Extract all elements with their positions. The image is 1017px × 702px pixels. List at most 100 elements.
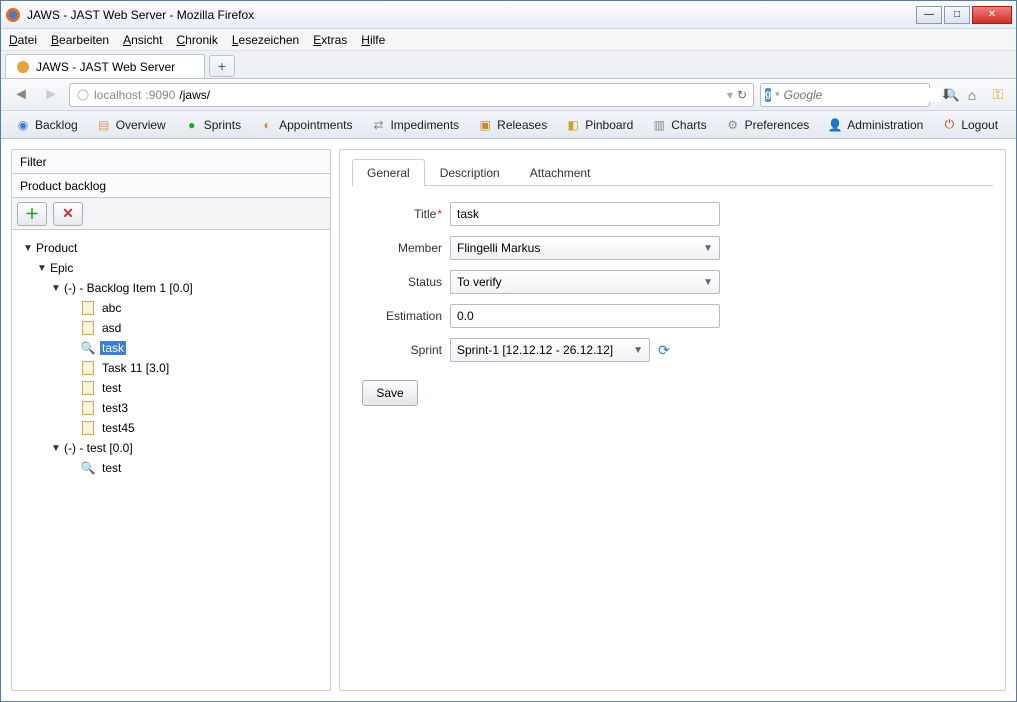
expand-arrow[interactable]: ▼ xyxy=(50,443,62,454)
backlog-header: Product backlog xyxy=(12,174,330,198)
window-title: JAWS - JAST Web Server - Mozilla Firefox xyxy=(27,8,916,22)
chart-icon: ▥ xyxy=(651,117,667,133)
tool-sprints[interactable]: ●Sprints xyxy=(176,114,249,136)
tool-impediments[interactable]: ⇄Impediments xyxy=(362,114,467,136)
menu-hilfe[interactable]: Hilfe xyxy=(361,33,385,47)
right-pane: GeneralDescriptionAttachment Title* Memb… xyxy=(339,149,1006,691)
tool-appointments[interactable]: ◐Appointments xyxy=(251,114,360,136)
document-icon xyxy=(80,401,96,415)
tree-node[interactable]: asd xyxy=(16,318,326,338)
tab-attachment[interactable]: Attachment xyxy=(515,159,606,186)
logout-icon: ⏻ xyxy=(941,117,957,133)
estimation-input[interactable] xyxy=(450,304,720,328)
document-icon xyxy=(80,361,96,375)
tree-label: (-) - test [0.0] xyxy=(62,441,135,455)
tree-node[interactable]: ▼(-) - Backlog Item 1 [0.0] xyxy=(16,278,326,298)
tab-description[interactable]: Description xyxy=(425,159,515,186)
tree-node[interactable]: ▼Product xyxy=(16,238,326,258)
run-icon: ● xyxy=(184,117,200,133)
minimize-button[interactable]: — xyxy=(916,6,942,24)
back-button[interactable]: ◄ xyxy=(9,83,33,107)
member-select[interactable]: Flingelli Markus▼ xyxy=(450,236,720,260)
tab-label: JAWS - JAST Web Server xyxy=(36,60,175,74)
menu-lesezeichen[interactable]: Lesezeichen xyxy=(232,33,299,47)
tool-releases[interactable]: ▣Releases xyxy=(469,114,555,136)
tool-administration[interactable]: 👤Administration xyxy=(819,114,931,136)
menu-datei[interactable]: Datei xyxy=(9,33,37,47)
search-bar[interactable]: g ▾ 🔍 xyxy=(760,83,930,107)
tree-label: test3 xyxy=(100,401,130,415)
expand-arrow[interactable]: ▼ xyxy=(22,243,34,254)
menu-bearbeiten[interactable]: Bearbeiten xyxy=(51,33,109,47)
filter-row[interactable]: Filter xyxy=(12,150,330,174)
tool-backlog[interactable]: ◉Backlog xyxy=(7,114,86,136)
user-icon: 👤 xyxy=(827,117,843,133)
tree-node[interactable]: 🔍 test xyxy=(16,458,326,478)
download-icon[interactable]: ⬇ xyxy=(936,85,956,105)
form: Title* Member Flingelli Markus▼ Status T… xyxy=(352,186,993,422)
menubar: Datei Bearbeiten Ansicht Chronik Lesezei… xyxy=(1,29,1016,51)
gear-icon: ⚙ xyxy=(725,117,741,133)
tree-label: abc xyxy=(100,301,123,315)
search-input[interactable] xyxy=(784,88,941,102)
browser-tab[interactable]: JAWS - JAST Web Server xyxy=(5,54,205,78)
tool-preferences[interactable]: ⚙Preferences xyxy=(717,114,818,136)
status-select[interactable]: To verify▼ xyxy=(450,270,720,294)
reload-icon[interactable]: ↻ xyxy=(737,88,747,102)
tree-node[interactable]: 🔍task xyxy=(16,338,326,358)
app-window: JAWS - JAST Web Server - Mozilla Firefox… xyxy=(0,0,1017,702)
tree-node[interactable]: abc xyxy=(16,298,326,318)
home-icon[interactable]: ⌂ xyxy=(962,85,982,105)
tree-label: test45 xyxy=(100,421,137,435)
tree-node[interactable]: test45 xyxy=(16,418,326,438)
tool-pinboard[interactable]: ◧Pinboard xyxy=(557,114,641,136)
key-icon[interactable]: ⚿ xyxy=(988,85,1008,105)
tree-node[interactable]: ▼(-) - test [0.0] xyxy=(16,438,326,458)
tabbar: JAWS - JAST Web Server + xyxy=(1,51,1016,79)
add-button[interactable]: ＋ xyxy=(17,202,47,226)
tree-node[interactable]: ▼Epic xyxy=(16,258,326,278)
magnifier-icon: 🔍 xyxy=(80,461,96,475)
url-bar[interactable]: localhost:9090/jaws/ ▾ ↻ xyxy=(69,83,754,107)
menu-ansicht[interactable]: Ansicht xyxy=(123,33,162,47)
estimation-label: Estimation xyxy=(360,309,442,323)
tree-label: asd xyxy=(100,321,123,335)
app-toolbar: ◉Backlog▤Overview●Sprints◐Appointments⇄I… xyxy=(1,111,1016,139)
content: Filter Product backlog ＋ ✕ ▼Product▼Epic… xyxy=(1,139,1016,701)
maximize-button[interactable]: □ xyxy=(944,6,970,24)
refresh-icon[interactable]: ⟳ xyxy=(658,342,670,359)
tool-overview[interactable]: ▤Overview xyxy=(88,114,174,136)
document-icon xyxy=(80,421,96,435)
expand-arrow[interactable]: ▼ xyxy=(36,263,48,274)
tree-label: Task 11 [3.0] xyxy=(100,361,171,375)
close-button[interactable]: ✕ xyxy=(972,6,1012,24)
tool-logout[interactable]: ⏻Logout xyxy=(933,114,1006,136)
imp-icon: ⇄ xyxy=(370,117,386,133)
menu-extras[interactable]: Extras xyxy=(313,33,347,47)
delete-button[interactable]: ✕ xyxy=(53,202,83,226)
firefox-icon xyxy=(5,7,21,23)
tree-node[interactable]: test3 xyxy=(16,398,326,418)
tree-label: test xyxy=(100,461,123,475)
expand-arrow[interactable]: ▼ xyxy=(50,283,62,294)
member-label: Member xyxy=(360,241,442,255)
google-icon: g xyxy=(765,88,771,102)
cal-icon: ◐ xyxy=(259,117,275,133)
tree-node[interactable]: Task 11 [3.0] xyxy=(16,358,326,378)
menu-chronik[interactable]: Chronik xyxy=(176,33,217,47)
tree-label: task xyxy=(100,341,126,355)
tree-label: Product xyxy=(34,241,79,255)
button-row: ＋ ✕ xyxy=(12,198,330,230)
pin-icon: ◧ xyxy=(565,117,581,133)
url-host: localhost xyxy=(94,88,141,102)
tool-charts[interactable]: ▥Charts xyxy=(643,114,714,136)
tree-node[interactable]: test xyxy=(16,378,326,398)
forward-button[interactable]: ► xyxy=(39,83,63,107)
tree-label: Epic xyxy=(48,261,75,275)
new-tab-button[interactable]: + xyxy=(209,55,235,77)
sprint-select[interactable]: Sprint-1 [12.12.12 - 26.12.12]▼ xyxy=(450,338,650,362)
left-pane: Filter Product backlog ＋ ✕ ▼Product▼Epic… xyxy=(11,149,331,691)
save-button[interactable]: Save xyxy=(362,380,418,406)
title-input[interactable] xyxy=(450,202,720,226)
tab-general[interactable]: General xyxy=(352,159,425,186)
